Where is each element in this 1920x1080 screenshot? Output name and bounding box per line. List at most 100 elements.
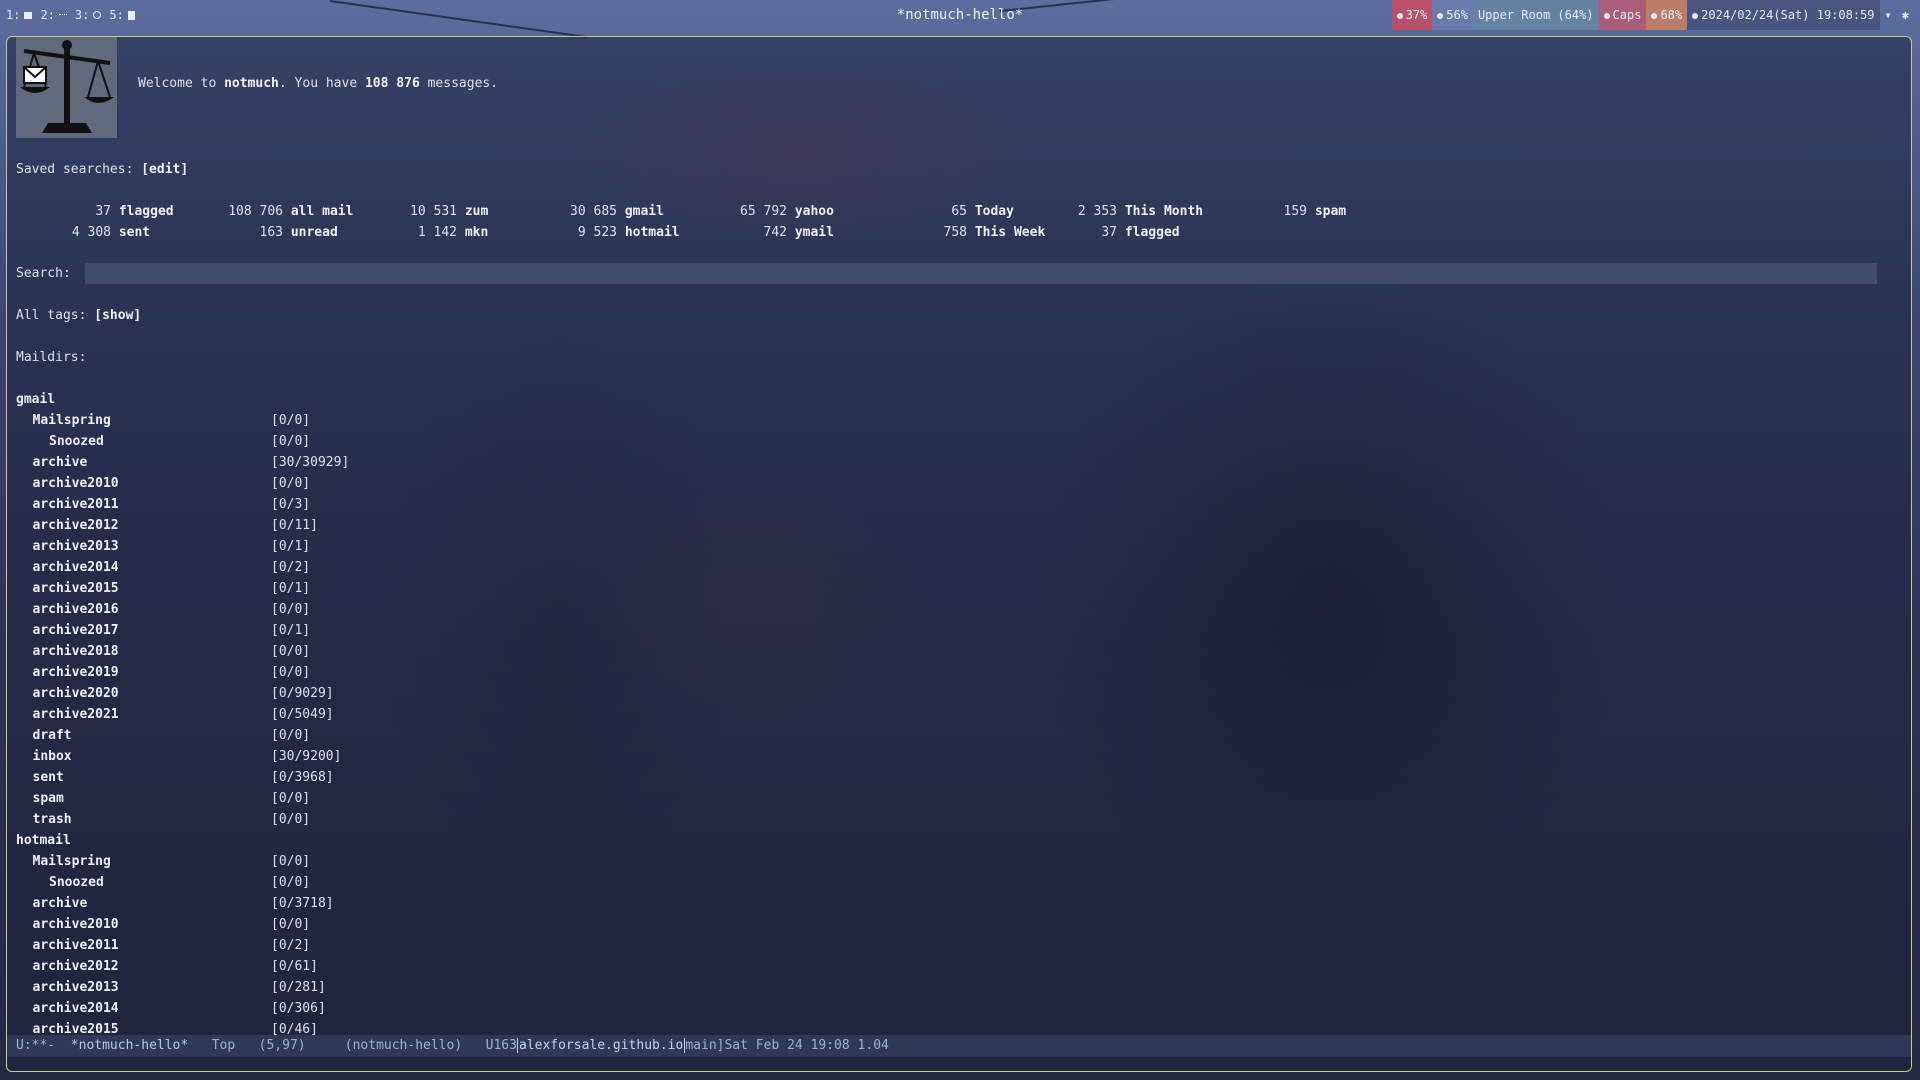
search-input[interactable] (85, 263, 1877, 284)
saved-search-zum[interactable]: 10 531 zum (346, 201, 488, 222)
vc-prefix: U163 (485, 1038, 517, 1053)
show-tags-button[interactable]: [show] (94, 308, 141, 323)
maildir-folder[interactable]: archive2013 (33, 536, 119, 557)
maildir-folder[interactable]: archive2011 (33, 494, 119, 515)
maildir-folder[interactable]: sent (33, 767, 64, 788)
maildir-account[interactable]: gmail (16, 389, 55, 410)
bluetooth-status[interactable]: ✱ (1897, 0, 1914, 30)
maildir-folder[interactable]: inbox (33, 746, 72, 767)
saved-search-count: 2 353 (1077, 204, 1117, 219)
volume-value: 56% (1446, 8, 1468, 22)
saved-search-count: 108 706 (228, 204, 283, 219)
volume-status[interactable]: 56% (1432, 0, 1473, 30)
maildir-folder[interactable]: archive2016 (33, 599, 119, 620)
maildir-folder[interactable]: archive2014 (33, 998, 119, 1019)
maildir-folder[interactable]: archive2010 (33, 914, 119, 935)
saved-search-flagged[interactable]: 37 flagged (16, 201, 173, 222)
saved-search-count: 159 (1283, 204, 1307, 219)
maildir-count: [0/3718] (271, 896, 334, 911)
network-value: Upper Room (64%) (1477, 8, 1594, 22)
buffer-name: *notmuch-hello* (70, 1038, 189, 1053)
maildir-folder[interactable]: archive2020 (33, 683, 119, 704)
maildir-count: [0/5049] (271, 707, 334, 722)
maildir-folder[interactable]: archive2017 (33, 620, 119, 641)
saved-search-count: 37 (1101, 225, 1117, 240)
saved-search-hotmail[interactable]: 9 523 hotmail (506, 222, 680, 243)
saved-search-count: 30 685 (570, 204, 617, 219)
cpu-value: 37% (1405, 8, 1428, 22)
saved-search-spam[interactable]: 159 spam (1196, 201, 1347, 222)
saved-search-mkn[interactable]: 1 142 mkn (346, 222, 488, 243)
major-mode[interactable]: (notmuch-hello) (345, 1038, 462, 1053)
saved-search-name: gmail (624, 204, 664, 219)
maildir-account[interactable]: hotmail (16, 830, 71, 851)
maildir-folder[interactable]: archive2019 (33, 662, 119, 683)
speaker-icon (1437, 12, 1444, 19)
saved-search-count: 65 792 (740, 204, 787, 219)
maildir-folder[interactable]: archive2015 (33, 578, 119, 599)
maildir-count: [0/9029] (271, 686, 334, 701)
saved-search-flagged-2[interactable]: 37 flagged (1006, 222, 1179, 243)
maildir-folder[interactable]: archive2021 (33, 704, 119, 725)
maildir-folder[interactable]: archive2012 (33, 515, 119, 536)
maildir-folder[interactable]: Mailspring (33, 851, 111, 872)
maildir-folder[interactable]: archive2013 (33, 977, 119, 998)
battery-value: 68% (1660, 8, 1683, 22)
maildir-count: [0/0] (271, 434, 311, 449)
wifi-status[interactable]: ▾ (1880, 0, 1897, 30)
saved-search-yahoo[interactable]: 65 792 yahoo (676, 201, 834, 222)
datetime-value: 2024/02/24(Sat) 19:08:59 (1701, 8, 1875, 22)
maildir-folder[interactable]: archive (33, 452, 88, 473)
repo-name: alexforsale.github.io (518, 1038, 684, 1053)
maildir-folder[interactable]: archive2011 (33, 935, 119, 956)
maildir-folder[interactable]: archive2018 (33, 641, 119, 662)
saved-search-gmail[interactable]: 30 685 gmail (506, 201, 664, 222)
saved-search-count: 758 (943, 225, 967, 240)
maildir-folder[interactable]: draft (33, 725, 72, 746)
maildir-count: [0/281] (271, 980, 326, 995)
emacs-frame: Welcome to notmuch. You have 108 876 mes… (6, 36, 1912, 1072)
saved-search-count: 65 (951, 204, 967, 219)
bluetooth-icon: ✱ (1901, 8, 1909, 22)
maildir-folder[interactable]: Mailspring (33, 410, 111, 431)
maildir-count: [0/1] (271, 623, 311, 638)
saved-search-name: zum (464, 204, 489, 219)
maildir-count: [0/0] (271, 854, 311, 869)
mode-line: U:**- *notmuch-hello* Top (5,97) (notmuc… (7, 1035, 1911, 1057)
saved-search-unread[interactable]: 163 unread (156, 222, 338, 243)
edit-saved-searches-button[interactable]: [edit] (141, 162, 188, 177)
maildir-count: [0/0] (271, 728, 311, 743)
network-status[interactable]: Upper Room (64%) (1472, 0, 1599, 30)
caps-status: Caps (1598, 0, 1647, 30)
saved-search-name: sent (118, 225, 151, 240)
maildir-count: [0/3968] (271, 770, 334, 785)
message-count: 108 876 (364, 76, 420, 91)
saved-search-count: 4 308 (71, 225, 111, 240)
battery-status: 68% (1646, 0, 1688, 30)
maildir-folder[interactable]: archive2010 (33, 473, 119, 494)
maildir-count: [0/1] (271, 539, 311, 554)
maildir-count: [30/30929] (271, 455, 350, 470)
maildir-folder[interactable]: spam (33, 788, 64, 809)
cursor-position: (5,97) (258, 1038, 306, 1053)
saved-search-today[interactable]: 65 Today (856, 201, 1014, 222)
caps-value: Caps (1612, 8, 1642, 22)
saved-search-sent[interactable]: 4 308 sent (16, 222, 150, 243)
maildir-count: [0/3] (271, 497, 311, 512)
maildir-folder[interactable]: archive2012 (33, 956, 119, 977)
maildir-folder[interactable]: Snoozed (49, 431, 104, 452)
saved-search-this-month[interactable]: 2 353 This Month (1006, 201, 1203, 222)
maildirs-label: Maildirs: (16, 350, 87, 365)
app-name: notmuch (224, 76, 279, 91)
saved-search-all-mail[interactable]: 108 706 all mail (156, 201, 353, 222)
caps-icon (1603, 12, 1610, 19)
maildir-count: [30/9200] (271, 749, 342, 764)
maildir-folder[interactable]: Snoozed (49, 872, 104, 893)
all-tags-line: All tags: [show] (16, 305, 141, 326)
maildir-folder[interactable]: archive (33, 893, 88, 914)
saved-search-ymail[interactable]: 742 ymail (676, 222, 834, 243)
maildir-count: [0/61] (271, 959, 318, 974)
maildir-count: [0/0] (271, 602, 311, 617)
maildir-folder[interactable]: archive2014 (33, 557, 119, 578)
maildir-folder[interactable]: trash (33, 809, 72, 830)
